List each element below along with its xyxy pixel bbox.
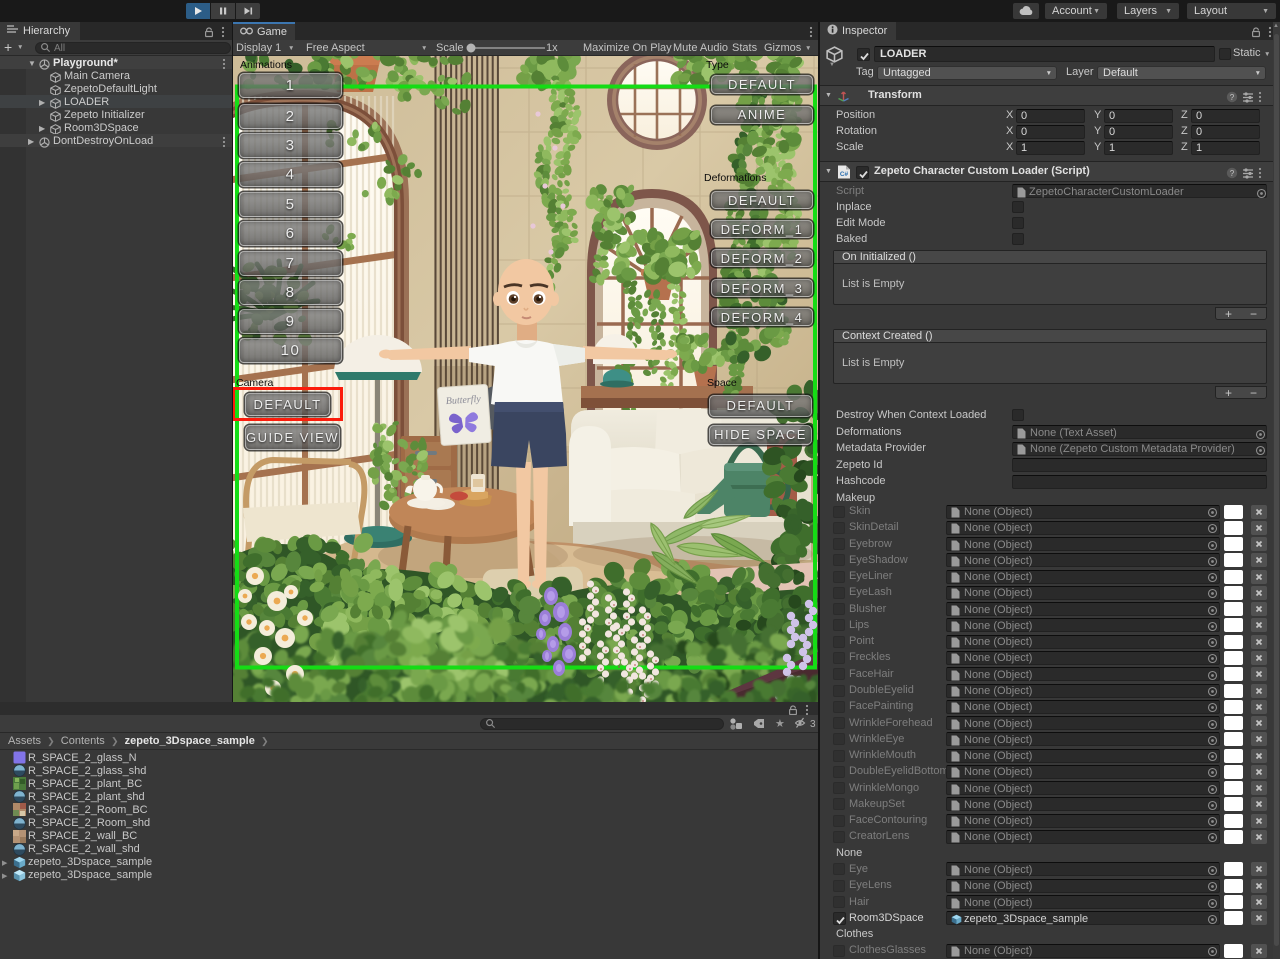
svg-text:?: ? [1230,93,1235,102]
svg-text:?: ? [1230,169,1235,178]
svg-text:C#: C# [840,171,849,178]
